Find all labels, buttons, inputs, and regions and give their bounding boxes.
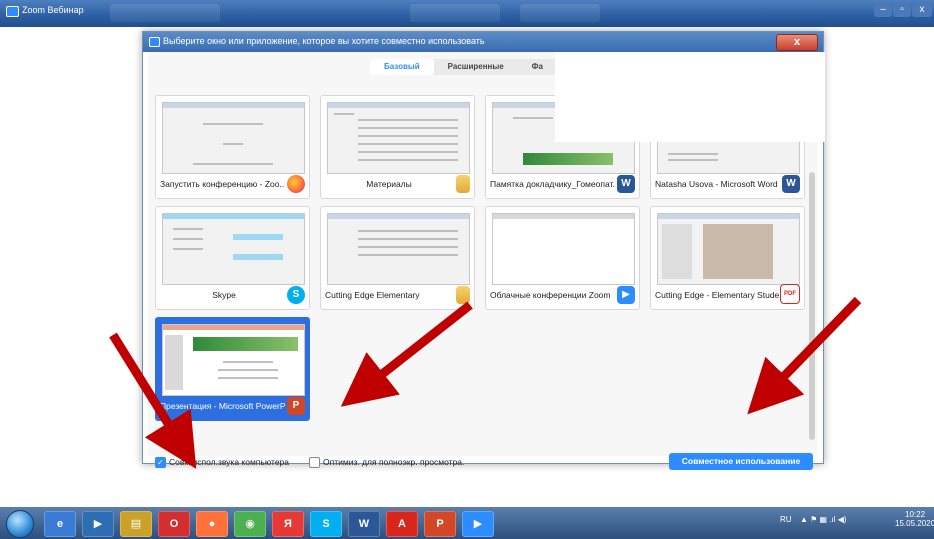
tile-label: Облачные конференции Zoom [490,290,611,300]
dialog-titlebar: Выберите окно или приложение, которое вы… [143,32,823,52]
tab-files[interactable]: Фа [518,59,557,75]
tile-label: Презентация - Microsoft PowerP... [160,401,285,411]
tile-label: Cutting Edge Elementary [325,290,420,300]
window-thumbnail [492,213,635,285]
blurred-background-tab [520,4,600,22]
tray-icons[interactable]: ▲ ⚑ ▦ .ıl ◀) [800,515,847,524]
share-tile-materials[interactable]: Материалы [320,95,475,199]
taskbar-acrobat-icon[interactable]: A [386,511,418,537]
taskbar-explorer-icon[interactable]: ▤ [120,511,152,537]
blurred-background-tab [410,4,500,22]
share-tile-zoom-browser[interactable]: Запустить конференцию - Zoo... [155,95,310,199]
share-audio-label[interactable]: Совм.испол.звука компьютера [169,457,289,467]
taskbar-word-icon[interactable]: W [348,511,380,537]
tile-label: Памятка докладчику_Гомеопат... [490,179,615,189]
window-thumbnail [162,324,305,396]
zoom-logo-icon [149,37,160,47]
window-thumbnail [162,213,305,285]
taskbar-chrome-icon[interactable]: ◉ [234,511,266,537]
window-thumbnail [327,213,470,285]
word-icon: W [782,175,800,193]
folder-icon [456,286,470,304]
tiles-scrollbar[interactable] [809,172,815,440]
zoom-icon: ▶ [617,286,635,304]
close-window-button[interactable]: x [912,3,932,17]
maximize-button[interactable]: ▫ [893,3,911,17]
window-thumbnail [327,102,470,174]
tile-label: Материалы [366,179,412,189]
share-tile-zoom-cloud[interactable]: Облачные конференции Zoom ▶ [485,206,640,310]
tile-label: Запустить конференцию - Zoo... [160,179,285,189]
tab-advanced[interactable]: Расширенные [434,59,518,75]
taskbar-yandex-icon[interactable]: Я [272,511,304,537]
dialog-title: Выберите окно или приложение, которое вы… [163,36,485,46]
taskbar-media-icon[interactable]: ▶ [82,511,114,537]
clock-time: 10:22 [905,510,926,519]
obscured-region [555,52,825,142]
dialog-body: Базовый Расширенные Фа Запустить конфере… [148,52,825,470]
share-tile-powerpoint[interactable]: Презентация - Microsoft PowerP... P [155,317,310,421]
pdf-icon: PDF [780,284,800,304]
taskbar-zoom-icon[interactable]: ▶ [462,511,494,537]
skype-icon: S [287,286,305,304]
share-tile-skype[interactable]: Skype S [155,206,310,310]
outer-window-title: Zoom Вебинар [22,5,84,15]
powerpoint-icon: P [287,397,305,415]
optimize-fullscreen-label[interactable]: Оптимиз. для полноэкр. просмотра. [323,457,464,467]
firefox-icon [287,175,305,193]
tray-clock[interactable]: 10:22 15.05.2020 [895,510,934,528]
blurred-background-tab [110,4,220,22]
tile-label: Cutting Edge - Elementary Stude... [655,290,780,300]
share-button[interactable]: Совместное использование [669,453,813,470]
share-tile-cutting-edge-folder[interactable]: Cutting Edge Elementary [320,206,475,310]
taskbar-ie-icon[interactable]: e [44,511,76,537]
word-icon: W [617,175,635,193]
zoom-logo-icon [6,6,19,17]
taskbar-firefox-icon[interactable]: ● [196,511,228,537]
share-audio-checkbox[interactable]: ✓ [155,457,166,468]
tile-label: Natasha Usova - Microsoft Word ... [655,179,780,189]
minimize-button[interactable]: – [874,3,892,17]
tab-basic[interactable]: Базовый [370,59,434,75]
clock-date: 15.05.2020 [895,519,934,528]
windows-taskbar: e ▶ ▤ O ● ◉ Я S W A P ▶ RU ▲ ⚑ ▦ .ıl ◀) 10:22 15.05… [0,507,934,539]
share-tile-cutting-edge-pdf[interactable]: Cutting Edge - Elementary Stude... PDF [650,206,805,310]
taskbar-powerpoint-icon[interactable]: P [424,511,456,537]
share-screen-dialog: Выберите окно или приложение, которое вы… [142,31,825,470]
start-button[interactable] [6,510,34,538]
taskbar-skype-icon[interactable]: S [310,511,342,537]
optimize-fullscreen-checkbox[interactable] [309,457,320,468]
share-tabs: Базовый Расширенные Фа [370,59,557,75]
window-thumbnail [162,102,305,174]
outer-window-titlebar: Zoom Вебинар – ▫ x [0,0,934,27]
folder-icon [456,175,470,193]
taskbar-opera-icon[interactable]: O [158,511,190,537]
dialog-close-button[interactable]: x [776,34,818,51]
language-indicator[interactable]: RU [780,515,792,524]
tile-label: Skype [212,290,236,300]
window-thumbnail [657,213,800,285]
